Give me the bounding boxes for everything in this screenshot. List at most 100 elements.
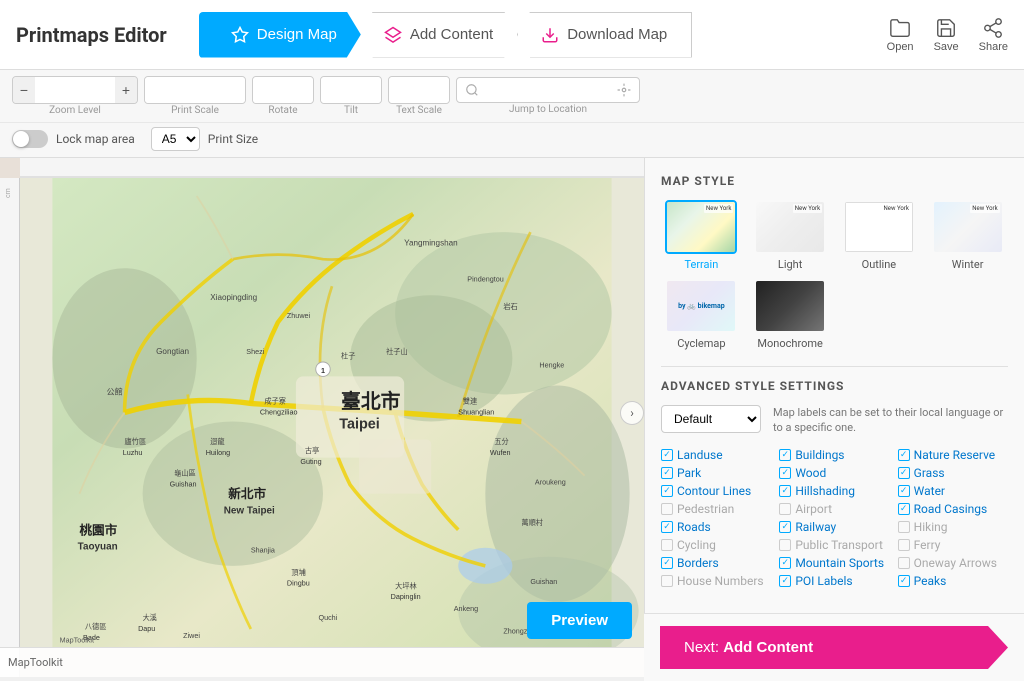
checkbox-mark	[661, 557, 673, 569]
checkbox-contour-lines[interactable]: Contour Lines	[661, 484, 771, 498]
checkbox-airport[interactable]: Airport	[779, 502, 889, 516]
map-area[interactable]: cm // ruler cm	[0, 158, 644, 677]
style-monochrome[interactable]: Monochrome	[750, 279, 831, 350]
checkbox-landuse[interactable]: Landuse	[661, 448, 771, 462]
ruler-h-svg: cm // ruler	[20, 158, 644, 177]
header-actions: Open Save Share	[887, 17, 1008, 53]
step3-label: Download Map	[567, 26, 667, 43]
layer-checkboxes: Landuse Buildings Nature Reserve Park Wood Gr…	[661, 448, 1008, 588]
checkbox-grass[interactable]: Grass	[898, 466, 1008, 480]
map-next-arrow[interactable]: ›	[620, 401, 644, 425]
checkbox-peaks[interactable]: Peaks	[898, 574, 1008, 588]
checkbox-mark	[898, 557, 910, 569]
search-input[interactable]: Taipei, ROC	[483, 78, 613, 102]
share-button[interactable]: Share	[979, 17, 1008, 53]
style-winter[interactable]: New York Winter	[927, 200, 1008, 271]
map-svg: 臺北市 Taipei 新北市 New Taipei 桃園市 Taoyuan 公館…	[20, 178, 644, 647]
checkbox-pedestrian[interactable]: Pedestrian	[661, 502, 771, 516]
search-field: Taipei, ROC Jump to Location	[456, 77, 640, 115]
svg-text:cm: cm	[4, 188, 12, 198]
zoom-plus[interactable]: +	[115, 76, 137, 104]
step-design-map[interactable]: Design Map	[199, 12, 361, 58]
save-button[interactable]: Save	[934, 17, 959, 53]
next-button[interactable]: Next: Add Content	[660, 626, 1008, 669]
svg-text:Hengke: Hengke	[539, 360, 564, 369]
checkbox-nature-reserve[interactable]: Nature Reserve	[898, 448, 1008, 462]
svg-text:公館: 公館	[107, 386, 123, 396]
checkbox-mark	[898, 539, 910, 551]
lock-toggle[interactable]	[12, 130, 48, 148]
checkbox-label: Mountain Sports	[795, 556, 884, 570]
step1-label: Design Map	[257, 26, 337, 43]
svg-text:萬順村: 萬順村	[521, 518, 543, 527]
step-add-content[interactable]: Add Content	[359, 12, 518, 58]
checkbox-road-casings[interactable]: Road Casings	[898, 502, 1008, 516]
zoom-minus[interactable]: −	[13, 76, 35, 104]
checkbox-hiking[interactable]: Hiking	[898, 520, 1008, 534]
checkbox-wood[interactable]: Wood	[779, 466, 889, 480]
checkbox-oneway-arrows[interactable]: Oneway Arrows	[898, 556, 1008, 570]
checkbox-buildings[interactable]: Buildings	[779, 448, 889, 462]
map-canvas[interactable]: 臺北市 Taipei 新北市 New Taipei 桃園市 Taoyuan 公館…	[20, 178, 644, 647]
style-cyclemap[interactable]: by 🚲 bikemap Cyclemap	[661, 279, 742, 350]
checkbox-public-transport[interactable]: Public Transport	[779, 538, 889, 552]
layers-icon	[384, 26, 402, 44]
open-label: Open	[887, 41, 914, 53]
print-size-label: Print Size	[208, 132, 258, 146]
checkbox-borders[interactable]: Borders	[661, 556, 771, 570]
language-select[interactable]: Default	[661, 405, 761, 433]
lock-area-group: Lock map area	[12, 130, 135, 148]
style-light[interactable]: New York Light	[750, 200, 831, 271]
textscale-input[interactable]: 90 %	[389, 76, 449, 104]
svg-text:Zhuwei: Zhuwei	[287, 311, 311, 320]
preview-label: Preview	[551, 612, 608, 629]
checkbox-park[interactable]: Park	[661, 466, 771, 480]
save-icon	[935, 17, 957, 39]
svg-text:社子山: 社子山	[386, 347, 408, 356]
checkbox-label: Grass	[914, 466, 945, 480]
step2-label: Add Content	[410, 26, 493, 43]
tilt-input[interactable]: 0 °	[321, 76, 381, 104]
toolbar: − 10,3963506E + Zoom Level 1:155.100 Pri…	[0, 70, 1024, 158]
checkbox-house-numbers[interactable]: House Numbers	[661, 574, 771, 588]
checkbox-label: Nature Reserve	[914, 448, 996, 462]
svg-text:cm: cm	[22, 164, 33, 173]
svg-text:Dapu: Dapu	[138, 624, 155, 633]
checkbox-label: Wood	[795, 466, 826, 480]
rotate-input[interactable]: 0 °	[253, 76, 313, 104]
rotate-label: Rotate	[268, 105, 297, 116]
checkbox-label: Park	[677, 466, 701, 480]
checkbox-railway[interactable]: Railway	[779, 520, 889, 534]
svg-text:Shuanglian: Shuanglian	[458, 407, 494, 416]
preview-button[interactable]: Preview	[527, 602, 632, 639]
svg-text:八德區: 八德區	[85, 622, 107, 631]
style-terrain[interactable]: New York Terrain	[661, 200, 742, 271]
checkbox-mark	[779, 539, 791, 551]
zoom-input[interactable]: 10,3963506E	[35, 76, 115, 104]
right-panel: MAP STYLE New York Terrain New	[644, 158, 1024, 677]
checkbox-water[interactable]: Water	[898, 484, 1008, 498]
print-size-select[interactable]: A5 A4 A3	[151, 127, 200, 151]
checkbox-mark	[898, 521, 910, 533]
svg-text:Xiaopingding: Xiaopingding	[210, 293, 257, 302]
step-download-map[interactable]: Download Map	[516, 12, 692, 58]
style-outline[interactable]: New York Outline	[839, 200, 920, 271]
scale-input[interactable]: 1:155.100	[145, 76, 245, 104]
textscale-field: 90 % Text Scale	[388, 76, 450, 116]
checkbox-hillshading[interactable]: Hillshading	[779, 484, 889, 498]
download-icon	[541, 26, 559, 44]
header: Printmaps Editor Design Map Add Content …	[0, 0, 1024, 70]
svg-text:Wufen: Wufen	[490, 448, 511, 457]
svg-text:Shezi: Shezi	[246, 347, 264, 356]
toggle-knob	[13, 131, 29, 147]
svg-text:桃園市: 桃園市	[79, 522, 117, 537]
checkbox-poi-labels[interactable]: POI Labels	[779, 574, 889, 588]
checkbox-label: Peaks	[914, 574, 947, 588]
svg-text:大坪林: 大坪林	[395, 581, 417, 590]
checkbox-ferry[interactable]: Ferry	[898, 538, 1008, 552]
checkbox-mountain-sports[interactable]: Mountain Sports	[779, 556, 889, 570]
open-button[interactable]: Open	[887, 17, 914, 53]
checkbox-cycling[interactable]: Cycling	[661, 538, 771, 552]
checkbox-roads[interactable]: Roads	[661, 520, 771, 534]
checkbox-label: Hillshading	[795, 484, 855, 498]
